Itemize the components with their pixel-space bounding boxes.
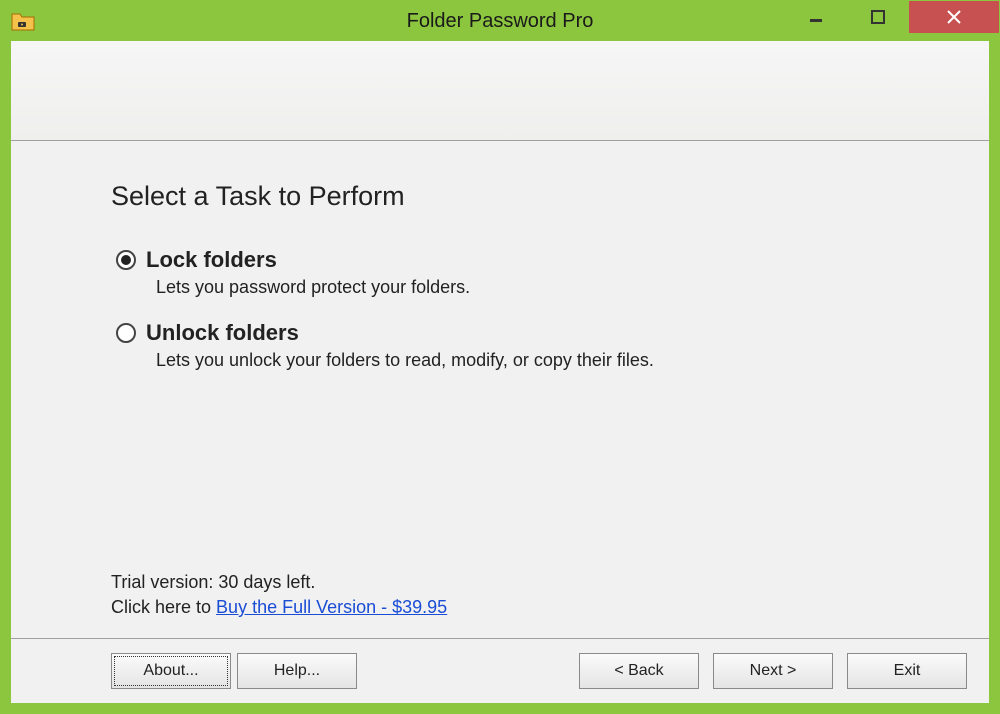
option-description: Lets you unlock your folders to read, mo… [116, 350, 889, 371]
option-lock: Lock folders Lets you password protect y… [111, 247, 889, 298]
nav-button-group: < Back Next > Exit [579, 653, 967, 689]
option-description: Lets you password protect your folders. [116, 277, 889, 298]
close-button[interactable] [909, 1, 999, 33]
radio-icon [116, 250, 136, 270]
buy-full-version-link[interactable]: Buy the Full Version - $39.95 [216, 597, 447, 617]
button-bar: About... Help... < Back Next > Exit [11, 638, 989, 703]
spacer [111, 393, 889, 572]
option-label: Unlock folders [146, 320, 299, 346]
titlebar: Folder Password Pro [1, 1, 999, 41]
radio-unlock-folders[interactable]: Unlock folders [116, 320, 889, 346]
window-title: Folder Password Pro [407, 10, 594, 33]
radio-icon [116, 323, 136, 343]
app-window: Folder Password Pro Select a Task to Per… [0, 0, 1000, 714]
back-button[interactable]: < Back [579, 653, 699, 689]
maximize-button[interactable] [847, 1, 909, 33]
buy-prefix: Click here to [111, 597, 216, 617]
option-unlock: Unlock folders Lets you unlock your fold… [111, 320, 889, 371]
help-button[interactable]: Help... [237, 653, 357, 689]
page-heading: Select a Task to Perform [111, 181, 889, 212]
minimize-button[interactable] [785, 1, 847, 33]
exit-button[interactable]: Exit [847, 653, 967, 689]
client-area: Select a Task to Perform Lock folders Le… [11, 41, 989, 703]
about-button[interactable]: About... [111, 653, 231, 689]
trial-status: Trial version: 30 days left. [111, 572, 889, 593]
app-icon [11, 11, 35, 31]
content-area: Select a Task to Perform Lock folders Le… [11, 141, 989, 638]
buy-row: Click here to Buy the Full Version - $39… [111, 597, 889, 618]
window-controls [785, 1, 999, 33]
banner-area [11, 41, 989, 141]
option-label: Lock folders [146, 247, 277, 273]
radio-lock-folders[interactable]: Lock folders [116, 247, 889, 273]
next-button[interactable]: Next > [713, 653, 833, 689]
